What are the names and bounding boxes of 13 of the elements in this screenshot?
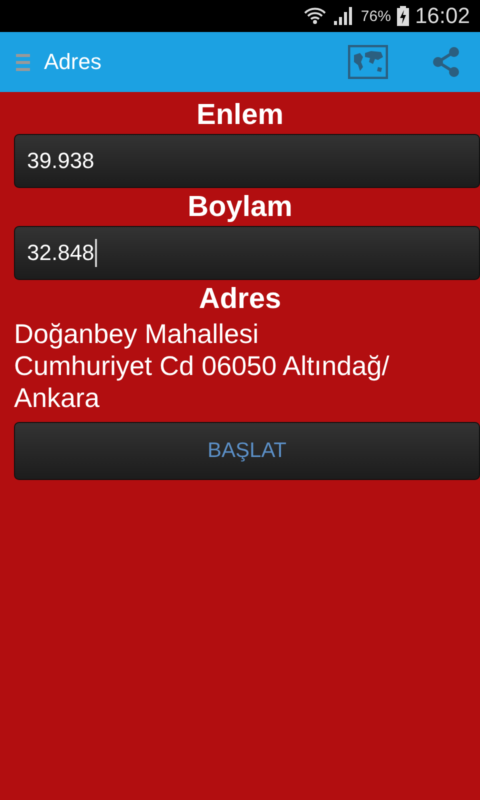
field-label: Boylam — [186, 190, 294, 225]
address-text: Doğanbey Mahallesi Cumhuriyet Cd 06050 Altındağ/ Ankara — [14, 318, 390, 414]
battery-charging-icon — [396, 6, 409, 26]
app-title: Adres — [44, 49, 102, 75]
start-button[interactable]: BAŞLAT — [14, 422, 480, 480]
input-field[interactable]: 32.848 — [14, 226, 480, 280]
signal-icon — [332, 6, 355, 26]
address-label: Adres — [198, 282, 282, 317]
battery-percent: 76% — [360, 8, 391, 24]
field-label: Enlem — [195, 98, 285, 133]
clock: 16:02 — [414, 3, 470, 29]
wifi-icon — [302, 5, 327, 27]
input-field[interactable]: 39.938 — [14, 134, 480, 188]
